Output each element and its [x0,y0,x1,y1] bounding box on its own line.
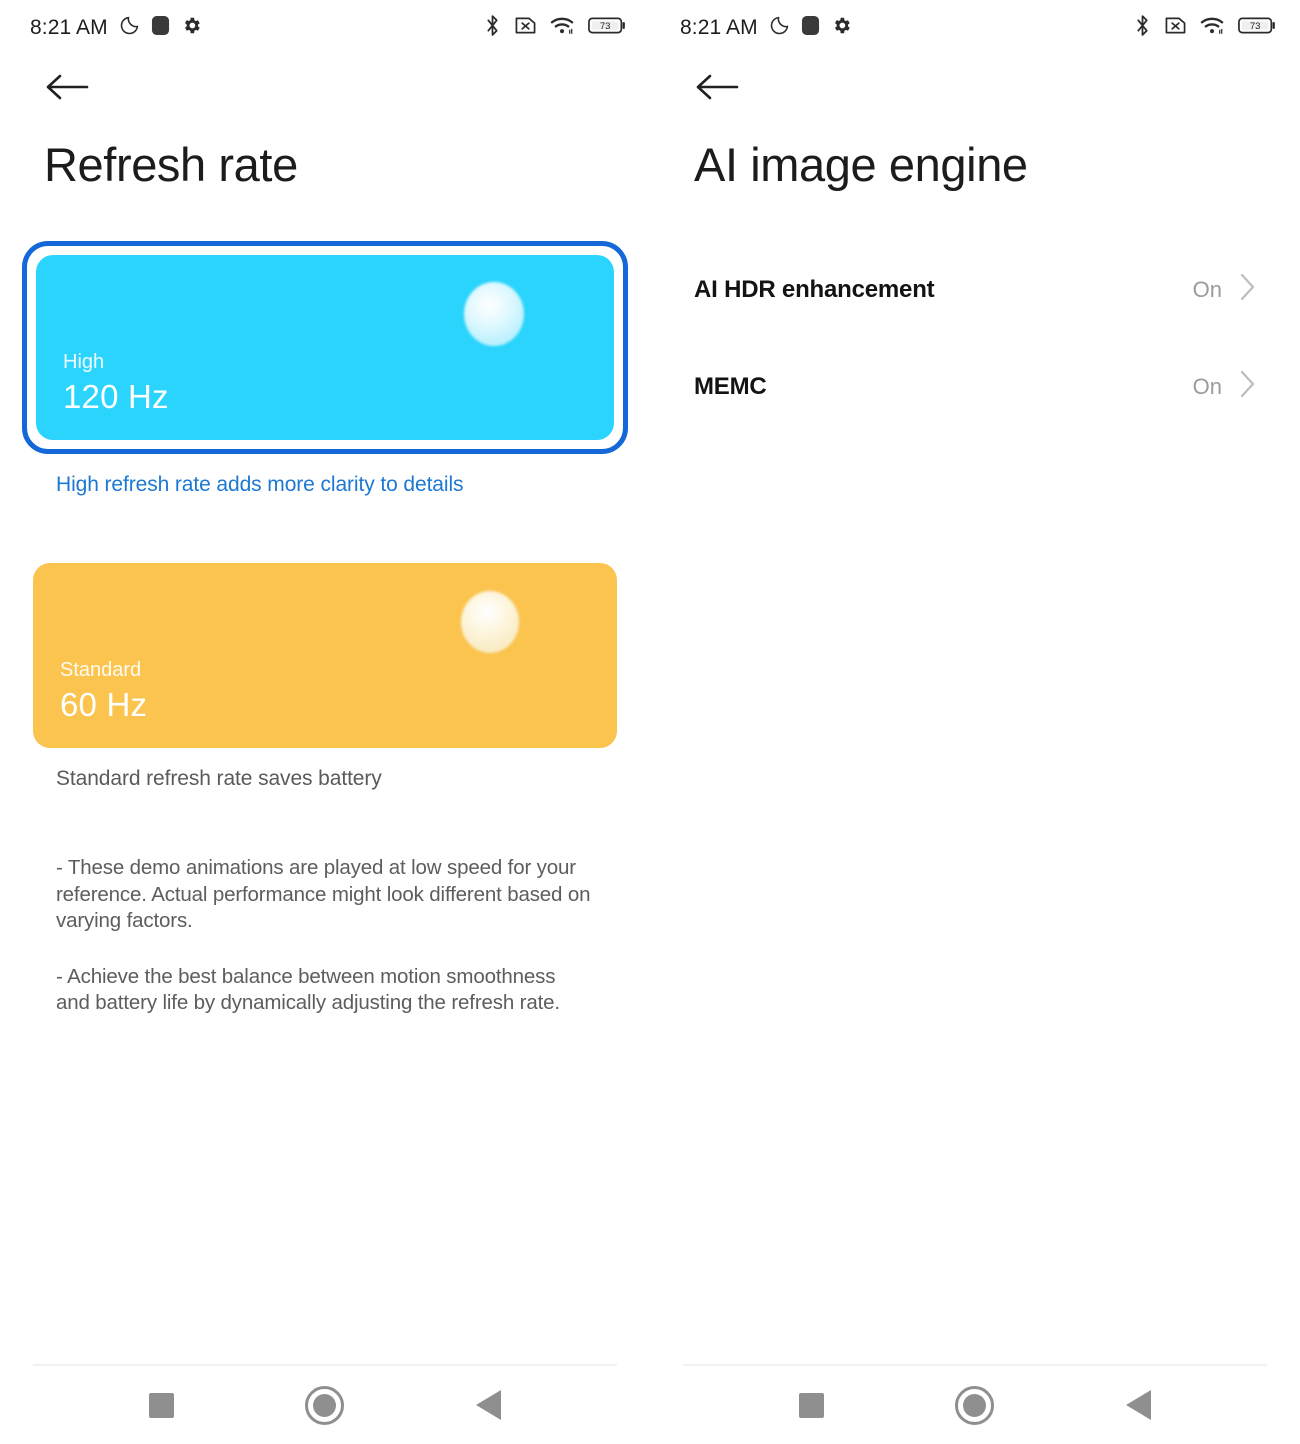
list-item-label: AI HDR enhancement [694,275,935,303]
back-arrow-icon[interactable] [694,67,744,107]
gear-icon [831,15,852,41]
right-back-bar [650,56,1300,118]
triangle-left-icon [475,1390,501,1420]
list-item-value: On [1192,276,1222,302]
dnd-moon-icon [119,15,140,41]
refresh-option-high-text: High 120 Hz [63,349,169,418]
animation-orb-icon [464,282,524,347]
list-item-ai-hdr-enhancement[interactable]: AI HDR enhancement On [694,241,1256,338]
wifi-icon [550,15,575,41]
refresh-option-standard-caption: Standard refresh rate saves battery [56,767,382,791]
triangle-left-icon [1125,1390,1151,1420]
status-bar: 8:21 AM 73 [650,0,1300,56]
battery-icon: 73 [1238,15,1278,41]
svg-text:73: 73 [1250,21,1261,32]
dual-screenshot-container: 8:21 AM 73 Refresh rate High 120 Hz High… [0,0,1300,1444]
refresh-option-high-value: 120 Hz [63,378,169,416]
chevron-right-icon [1240,273,1256,306]
back-arrow-icon[interactable] [44,67,94,107]
ai-image-engine-list: AI HDR enhancement On MEMC On [650,241,1300,435]
left-screen-refresh-rate: 8:21 AM 73 Refresh rate High 120 Hz High… [0,0,650,1444]
status-bar-left: 8:21 AM [680,15,852,41]
status-bar-right: 73 [1134,14,1278,42]
options-spacer [0,497,650,563]
chevron-right-icon [1240,370,1256,403]
refresh-option-standard-value: 60 Hz [60,686,148,724]
status-bar: 8:21 AM 73 [0,0,650,56]
right-screen-ai-image-engine: 8:21 AM 73 AI image engine AI HDR enhanc… [650,0,1300,1444]
refresh-option-high-card: High 120 Hz [36,255,614,441]
nav-recents-button[interactable] [777,1370,847,1440]
status-bar-clock: 8:21 AM [30,16,108,39]
list-item-label: MEMC [694,372,767,400]
system-navigation-bar [0,1366,650,1444]
refresh-option-high-caption: High refresh rate adds more clarity to d… [56,473,464,497]
status-bar-left: 8:21 AM [30,15,202,41]
nav-back-button[interactable] [453,1370,523,1440]
refresh-option-standard[interactable]: Standard 60 Hz [0,563,650,749]
nav-back-button[interactable] [1103,1370,1173,1440]
battery-icon: 73 [588,15,628,41]
list-item-trailing: On [1193,370,1256,403]
circle-icon [305,1385,345,1425]
refresh-option-standard-card: Standard 60 Hz [33,563,617,749]
note-item: - Achieve the best balance between motio… [56,965,560,1015]
dnd-moon-icon [769,15,790,41]
svg-text:73: 73 [600,21,611,32]
list-item-memc[interactable]: MEMC On [694,338,1256,435]
refresh-option-standard-name: Standard [60,659,142,682]
notification-square-icon [801,15,820,41]
notification-square-icon [151,15,170,41]
square-icon [799,1392,825,1418]
list-item-value: On [1192,373,1222,399]
nav-home-button[interactable] [940,1370,1010,1440]
nav-recents-button[interactable] [127,1370,197,1440]
refresh-option-high[interactable]: High 120 Hz [22,241,628,455]
wifi-icon [1200,15,1225,41]
bluetooth-icon [484,14,501,42]
bluetooth-icon [1134,14,1151,42]
list-item-trailing: On [1193,273,1256,306]
page-title: Refresh rate [44,138,298,191]
nav-home-button[interactable] [290,1370,360,1440]
status-bar-right: 73 [484,14,628,42]
refresh-option-high-name: High [63,351,105,374]
circle-icon [955,1385,995,1425]
no-sim-icon [514,15,537,41]
system-navigation-bar [650,1366,1300,1444]
page-title: AI image engine [694,138,1028,191]
gear-icon [181,15,202,41]
refresh-rate-options: High 120 Hz High refresh rate adds more … [0,241,650,791]
note-item: - These demo animations are played at lo… [56,856,591,932]
animation-orb-icon [461,591,519,654]
refresh-rate-notes: - These demo animations are played at lo… [0,855,650,1016]
left-back-bar [0,56,650,118]
refresh-option-standard-text: Standard 60 Hz [60,657,147,726]
status-bar-clock: 8:21 AM [680,16,758,39]
no-sim-icon [1164,15,1187,41]
square-icon [149,1392,175,1418]
